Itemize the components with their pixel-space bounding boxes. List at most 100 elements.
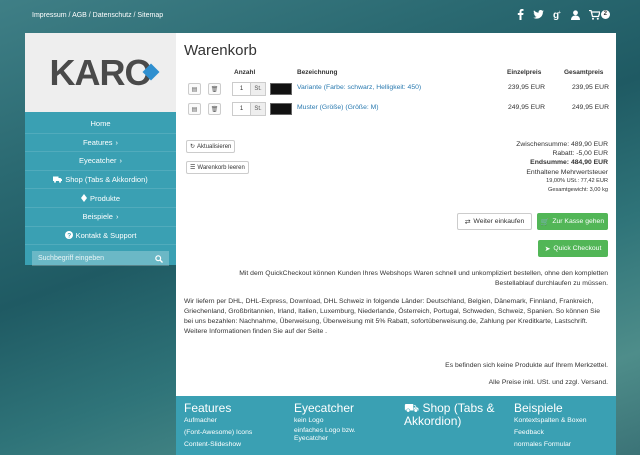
top-bar: Impressum / AGB / Datenschutz / Sitemap … <box>0 0 640 33</box>
discount: Rabatt: -5,00 EUR <box>552 150 608 158</box>
sidebar-item-home[interactable]: Home <box>25 115 176 134</box>
quick-checkout-label: Quick Checkout <box>553 245 602 252</box>
product-name[interactable]: Variante (Farbe: schwarz, Helligkeit: 45… <box>297 84 421 91</box>
cart-icon <box>588 9 600 20</box>
question-icon: ? <box>64 231 73 240</box>
more-info-text: Weitere Informationen finden Sie auf der… <box>184 328 328 335</box>
main-content: Warenkorb Anzahl Bezeichnung Einzelpreis… <box>176 33 616 396</box>
quantity-unit: St. <box>251 103 265 115</box>
clear-cart-button[interactable]: ☰ Warenkorb leeren <box>186 161 249 174</box>
refresh-icon: ↻ <box>190 144 196 150</box>
footer-link[interactable]: Aufmacher <box>184 415 289 427</box>
sidebar-item-beispiele[interactable]: Beispiele › <box>25 208 176 227</box>
svg-text:+: + <box>558 10 561 16</box>
sidebar-item-label: Shop (Tabs & Akkordion) <box>65 175 148 185</box>
header-gesamtpreis: Gesamtpreis <box>564 69 604 76</box>
update-label: Aktualisieren <box>197 143 232 150</box>
user-icon[interactable] <box>570 9 580 20</box>
subtotal: Zwischensumme: 489,90 EUR <box>516 141 608 148</box>
search-input[interactable]: Suchbegriff eingeben <box>32 251 169 267</box>
footer-column-eyecatcher: Eyecatcher kein Logo einfaches Logo bzw.… <box>294 402 394 443</box>
footer-column-title[interactable]: Features <box>184 402 289 415</box>
footer-column-shop: ⛟ Shop (Tabs & Akkordion) <box>404 402 504 428</box>
wishlist-button[interactable]: ▤ <box>188 83 201 95</box>
footer-link[interactable]: Content-Slideshow <box>184 439 289 451</box>
total-price: 239,95 EUR <box>571 84 609 91</box>
update-button[interactable]: ↻ Aktualisieren <box>186 140 236 153</box>
sidebar-item-produkte[interactable]: Produkte <box>25 189 176 208</box>
footer-column-title[interactable]: Beispiele <box>514 402 614 415</box>
search-icon[interactable] <box>155 254 163 263</box>
price-note: Alle Preise inkl. USt. und zzgl. Versand… <box>488 379 608 386</box>
search-placeholder: Suchbegriff eingeben <box>38 255 105 263</box>
quick-checkout-text: Mit dem QuickCheckout können Kunden Ihre… <box>239 270 608 287</box>
continue-shopping-label: Weiter einkaufen <box>473 218 525 225</box>
logo-text: KARO <box>49 51 153 93</box>
vat-line: 19,00% USt.: 77,42 EUR <box>546 177 608 184</box>
header-einzelpreis: Einzelpreis <box>507 69 542 76</box>
google-plus-icon[interactable]: g+ <box>553 9 562 20</box>
sidebar-item-label: Produkte <box>89 193 121 203</box>
list-icon: ☰ <box>190 165 196 171</box>
header-bezeichnung: Bezeichnung <box>297 69 338 76</box>
quick-checkout-button[interactable]: ➤ Quick Checkout <box>538 240 608 257</box>
sidebar-item-label: Home <box>90 119 111 129</box>
quantity-field[interactable]: 1 St. <box>232 102 266 116</box>
delete-button[interactable]: 🗑 <box>208 103 221 115</box>
top-icons: g + 2 <box>517 9 610 20</box>
delete-button[interactable]: 🗑 <box>208 83 221 95</box>
footer-link[interactable]: Kontextspalten & Boxen <box>514 415 614 427</box>
chevron-right-icon: › <box>119 156 123 166</box>
footer-link[interactable]: kein Logo <box>294 415 394 427</box>
checkout-label: Zur Kasse gehen <box>552 218 605 225</box>
sidebar: KARO Home Features › Eyecatcher › Shop (Ta… <box>25 33 176 267</box>
footer-column-title[interactable]: Eyecatcher <box>294 402 394 415</box>
footer-column-title[interactable]: ⛟ Shop (Tabs & Akkordion) <box>404 402 504 428</box>
sidebar-item-features[interactable]: Features › <box>25 134 176 153</box>
footer: Features Aufmacher (Font-Awesome) Icons … <box>176 396 616 455</box>
sidebar-item-label: Beispiele <box>82 212 113 222</box>
footer-column-features: Features Aufmacher (Font-Awesome) Icons … <box>184 402 289 451</box>
checkout-button[interactable]: 🛒 Zur Kasse gehen <box>537 213 608 230</box>
clear-cart-label: Warenkorb leeren <box>197 164 245 171</box>
continue-shopping-button[interactable]: ⇄ Weiter einkaufen <box>457 213 532 230</box>
total-weight: Gesamtgewicht: 3,00 kg <box>547 187 608 194</box>
truck-icon <box>53 176 63 183</box>
footer-column-beispiele: Beispiele Kontextspalten & Boxen Feedbac… <box>514 402 614 451</box>
sidebar-item-label: Features <box>82 137 113 147</box>
sidebar-nav: Home Features › Eyecatcher › Shop (Tabs & … <box>25 112 176 246</box>
sidebar-item-kontakt[interactable]: ? Kontakt & Support <box>25 227 176 246</box>
shipping-text: Wir liefern per DHL, DHL-Express, Downlo… <box>184 298 600 325</box>
grand-total: Endsumme: 484,90 EUR <box>530 159 608 167</box>
truck-icon: ⛟ <box>404 401 420 415</box>
cart-link[interactable]: 2 <box>588 9 610 20</box>
footer-link[interactable]: Feedback <box>514 427 614 439</box>
product-image[interactable] <box>270 83 292 95</box>
sidebar-item-shop[interactable]: Shop (Tabs & Akkordion) <box>25 171 176 190</box>
quantity-field[interactable]: 1 St. <box>232 82 266 96</box>
sidebar-item-eyecatcher[interactable]: Eyecatcher › <box>25 152 176 171</box>
twitter-icon[interactable] <box>532 10 544 19</box>
facebook-icon[interactable] <box>517 9 524 20</box>
total-price: 249,95 EUR <box>571 104 609 111</box>
wishlist-note: Es befinden sich keine Produkte auf Ihre… <box>445 362 608 369</box>
quantity-value[interactable]: 1 <box>233 83 251 95</box>
chevron-right-icon: › <box>115 137 119 147</box>
wishlist-button[interactable]: ▤ <box>188 103 201 115</box>
shipping-info: Wir liefern per DHL, DHL-Express, Downlo… <box>184 297 609 337</box>
logo[interactable]: KARO <box>25 33 176 112</box>
product-image[interactable] <box>270 103 292 115</box>
top-links[interactable]: Impressum / AGB / Datenschutz / Sitemap <box>32 12 163 19</box>
footer-link[interactable]: einfaches Logo bzw. Eyecatcher <box>294 427 364 443</box>
header-anzahl: Anzahl <box>234 69 256 76</box>
cart-row: ▤ 🗑 1 St. Variante (Farbe: schwarz, Helli… <box>184 81 609 97</box>
quantity-value[interactable]: 1 <box>233 103 251 115</box>
paper-plane-icon: ➤ <box>544 245 551 253</box>
cart-summary: Zwischensumme: 489,90 EUR Rabatt: -5,00 … <box>516 140 608 196</box>
footer-link[interactable]: (Font-Awesome) Icons <box>184 427 289 439</box>
footer-link[interactable]: normales Formular <box>514 439 614 451</box>
svg-text:?: ? <box>67 233 71 240</box>
exchange-icon: ⇄ <box>464 218 471 226</box>
unit-price: 239,95 EUR <box>507 84 545 91</box>
product-name[interactable]: Muster (Größe) (Größe: M) <box>297 104 379 111</box>
